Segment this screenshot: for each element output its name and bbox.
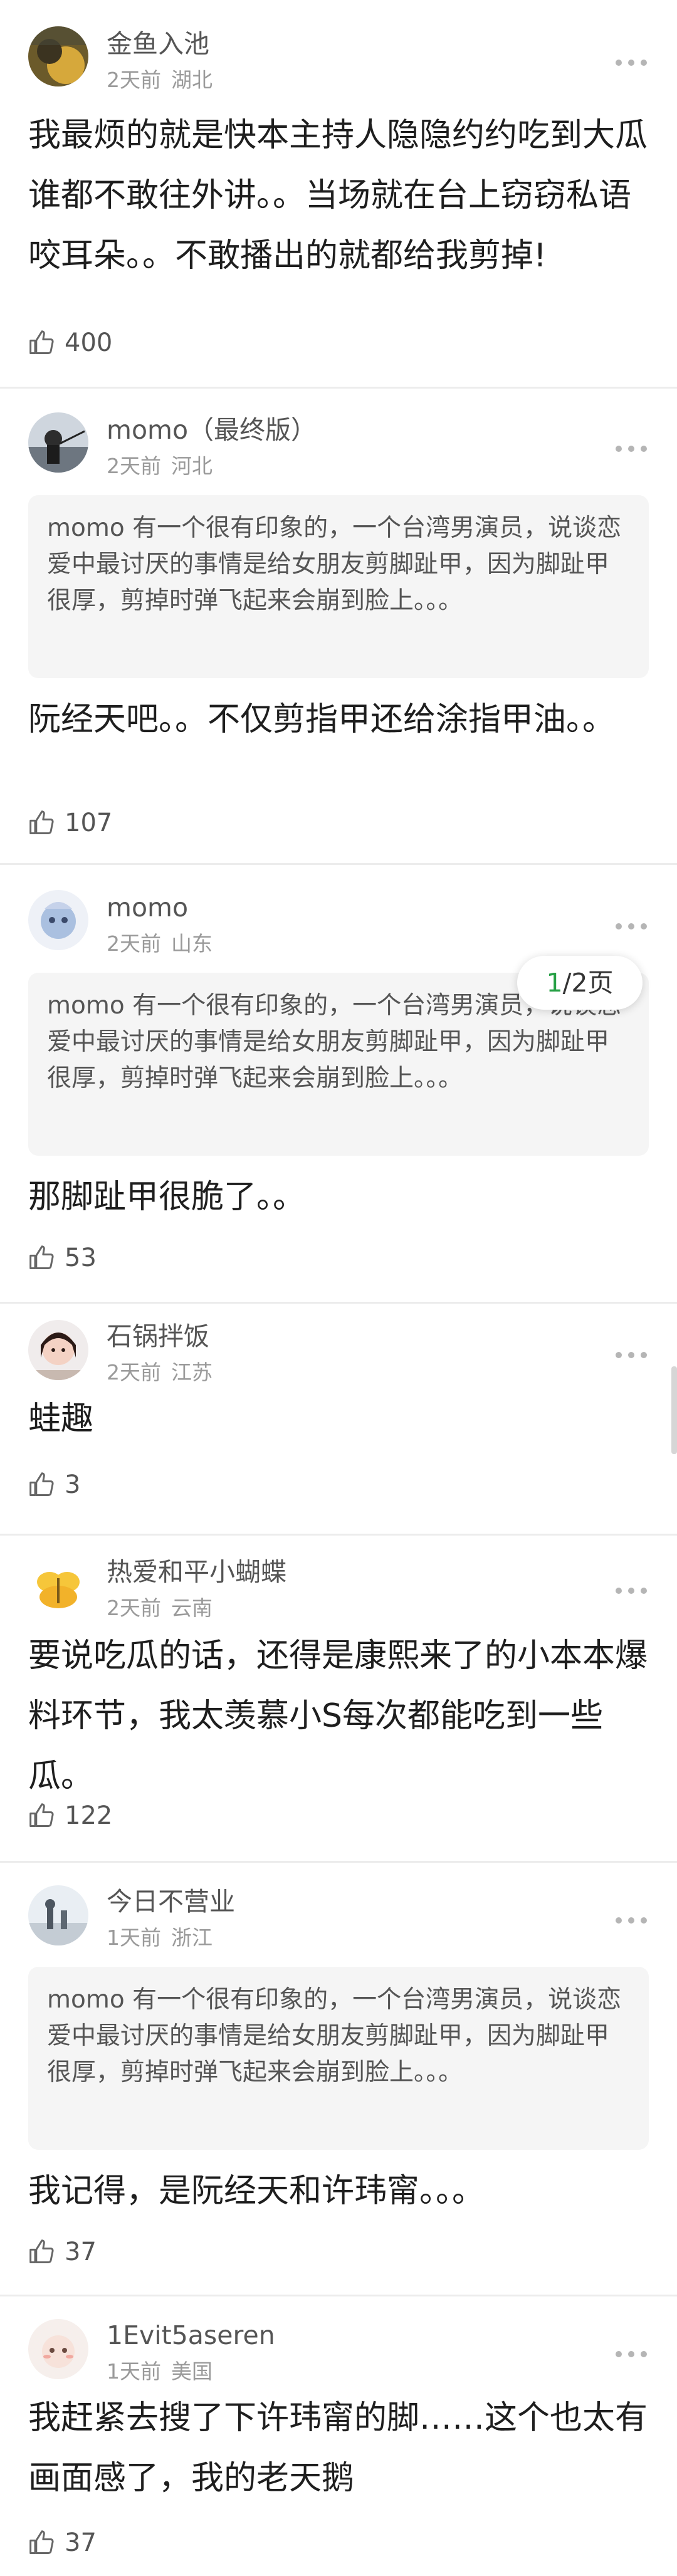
thumbs-up-icon bbox=[29, 1245, 54, 1269]
comment-time: 1天前 bbox=[107, 2359, 161, 2384]
comment-meta: 2天前 河北 bbox=[107, 454, 213, 479]
more-dots-icon[interactable] bbox=[614, 442, 649, 455]
more-dots-icon[interactable] bbox=[614, 56, 649, 69]
thumbs-up-icon bbox=[29, 1472, 54, 1496]
comment-text: 我最烦的就是快本主持人隐隐约约吃到大瓜谁都不敢往外讲。。当场就在台上窃窃私语咬耳… bbox=[28, 117, 648, 275]
avatar-image bbox=[28, 890, 88, 950]
avatar-image bbox=[28, 2319, 88, 2379]
like-count: 107 bbox=[65, 809, 113, 837]
like-count: 37 bbox=[65, 2238, 97, 2266]
username[interactable]: momo（最终版） bbox=[107, 415, 317, 445]
comment-text: 那脚趾甲很脆了。。 bbox=[28, 1178, 306, 1216]
thumbs-up-icon bbox=[29, 2239, 54, 2263]
like-button[interactable]: 400 bbox=[28, 327, 112, 359]
comment-meta: 1天前 浙江 bbox=[107, 1925, 213, 1950]
like-button[interactable]: 37 bbox=[28, 2236, 97, 2268]
username[interactable]: 今日不营业 bbox=[107, 1887, 235, 1917]
comment-location: 河北 bbox=[171, 454, 213, 478]
comment-text: 蛙趣 bbox=[28, 1400, 94, 1438]
scrollbar[interactable] bbox=[671, 1366, 677, 1454]
avatar[interactable] bbox=[28, 890, 88, 950]
comment-meta: 2天前 江苏 bbox=[107, 1360, 213, 1385]
like-count: 53 bbox=[65, 1243, 97, 1272]
thumbs-up-icon bbox=[29, 330, 54, 354]
comment-location: 江苏 bbox=[171, 1360, 213, 1385]
comment-text: 阮经天吧。。不仅剪指甲还给涂指甲油。。 bbox=[28, 701, 616, 738]
comment-time: 2天前 bbox=[107, 1360, 161, 1385]
comment-meta: 2天前 湖北 bbox=[107, 68, 213, 93]
comment-location: 云南 bbox=[171, 1596, 213, 1620]
comment-item: 热爱和平小蝴蝶 2天前 云南 要说吃瓜的话，还得是康熙来了的小本本爆料环节，我太羡… bbox=[0, 1536, 677, 1863]
like-button[interactable]: 3 bbox=[28, 1469, 80, 1500]
avatar-image bbox=[28, 1556, 88, 1616]
avatar[interactable] bbox=[28, 1885, 88, 1945]
comment-text: 要说吃瓜的话，还得是康熙来了的小本本爆料环节，我太羡慕小S每次都能吃到一些瓜。 bbox=[28, 1637, 648, 1795]
more-dots-icon[interactable] bbox=[614, 1914, 649, 1927]
comment-item: 1Evit5aseren 1天前 美国 我赶紧去搜了下许玮甯的脚……这个也太有画面… bbox=[0, 2296, 677, 2576]
username[interactable]: momo bbox=[107, 893, 188, 923]
comment-location: 浙江 bbox=[171, 1925, 213, 1950]
comment-time: 2天前 bbox=[107, 931, 161, 956]
comment-location: 山东 bbox=[171, 931, 213, 956]
more-dots-icon[interactable] bbox=[614, 920, 649, 933]
avatar[interactable] bbox=[28, 26, 88, 86]
username[interactable]: 石锅拌饭 bbox=[107, 1321, 209, 1351]
avatar[interactable] bbox=[28, 1556, 88, 1616]
like-count: 122 bbox=[65, 1801, 113, 1830]
avatar[interactable] bbox=[28, 1320, 88, 1380]
comment-meta: 1天前 美国 bbox=[107, 2359, 213, 2384]
avatar[interactable] bbox=[28, 2319, 88, 2379]
comment-time: 2天前 bbox=[107, 1596, 161, 1620]
avatar-image bbox=[28, 26, 88, 86]
avatar[interactable] bbox=[28, 412, 88, 473]
username[interactable]: 1Evit5aseren bbox=[107, 2320, 275, 2350]
page-indicator[interactable]: 1/2页 bbox=[517, 956, 643, 1010]
more-dots-icon[interactable] bbox=[614, 2348, 649, 2360]
comment-text: 我记得，是阮经天和许玮甯。。。 bbox=[28, 2172, 485, 2210]
like-button[interactable]: 53 bbox=[28, 1242, 97, 1274]
comment-item: 金鱼入池 2天前 湖北 我最烦的就是快本主持人隐隐约约吃到大瓜谁都不敢往外讲。。当… bbox=[0, 0, 677, 389]
avatar-image bbox=[28, 1320, 88, 1380]
comment-time: 1天前 bbox=[107, 1925, 161, 1950]
comment-meta: 2天前 山东 bbox=[107, 931, 213, 956]
comment-item: momo（最终版） 2天前 河北 momo 有一个很有印象的，一个台湾男演员，说谈… bbox=[0, 389, 677, 865]
comment-item: 石锅拌饭 2天前 江苏 蛙趣 3 bbox=[0, 1304, 677, 1536]
avatar-image bbox=[28, 1885, 88, 1945]
quoted-comment[interactable]: momo 有一个很有印象的，一个台湾男演员，说谈恋爱中最讨厌的事情是给女朋友剪脚… bbox=[28, 1967, 649, 2150]
avatar-image bbox=[28, 412, 88, 473]
thumbs-up-icon bbox=[29, 2530, 54, 2554]
like-count: 37 bbox=[65, 2528, 97, 2557]
thumbs-up-icon bbox=[29, 1803, 54, 1827]
comment-item: 今日不营业 1天前 浙江 momo 有一个很有印象的，一个台湾男演员，说谈恋爱中最… bbox=[0, 1863, 677, 2296]
comment-text: 我赶紧去搜了下许玮甯的脚……这个也太有画面感了，我的老天鹅 bbox=[28, 2399, 648, 2497]
like-button[interactable]: 107 bbox=[28, 807, 112, 839]
comment-time: 2天前 bbox=[107, 454, 161, 478]
like-button[interactable]: 122 bbox=[28, 1800, 112, 1831]
page-current: 1 bbox=[546, 968, 563, 998]
comment-time: 2天前 bbox=[107, 68, 161, 92]
username[interactable]: 热爱和平小蝴蝶 bbox=[107, 1557, 286, 1587]
page-total: /2页 bbox=[562, 968, 614, 998]
like-count: 3 bbox=[65, 1470, 81, 1499]
comment-location: 美国 bbox=[171, 2359, 213, 2384]
thumbs-up-icon bbox=[29, 810, 54, 834]
comment-meta: 2天前 云南 bbox=[107, 1596, 213, 1621]
comment-item: momo 2天前 山东 momo 有一个很有印象的，一个台湾男演员，说谈恋爱中最讨… bbox=[0, 865, 677, 1304]
more-dots-icon[interactable] bbox=[614, 1584, 649, 1597]
like-button[interactable]: 37 bbox=[28, 2527, 97, 2558]
more-dots-icon[interactable] bbox=[614, 1349, 649, 1361]
like-count: 400 bbox=[65, 328, 113, 357]
username[interactable]: 金鱼入池 bbox=[107, 29, 209, 59]
comment-location: 湖北 bbox=[171, 68, 213, 92]
quoted-comment[interactable]: momo 有一个很有印象的，一个台湾男演员，说谈恋爱中最讨厌的事情是给女朋友剪脚… bbox=[28, 495, 649, 678]
